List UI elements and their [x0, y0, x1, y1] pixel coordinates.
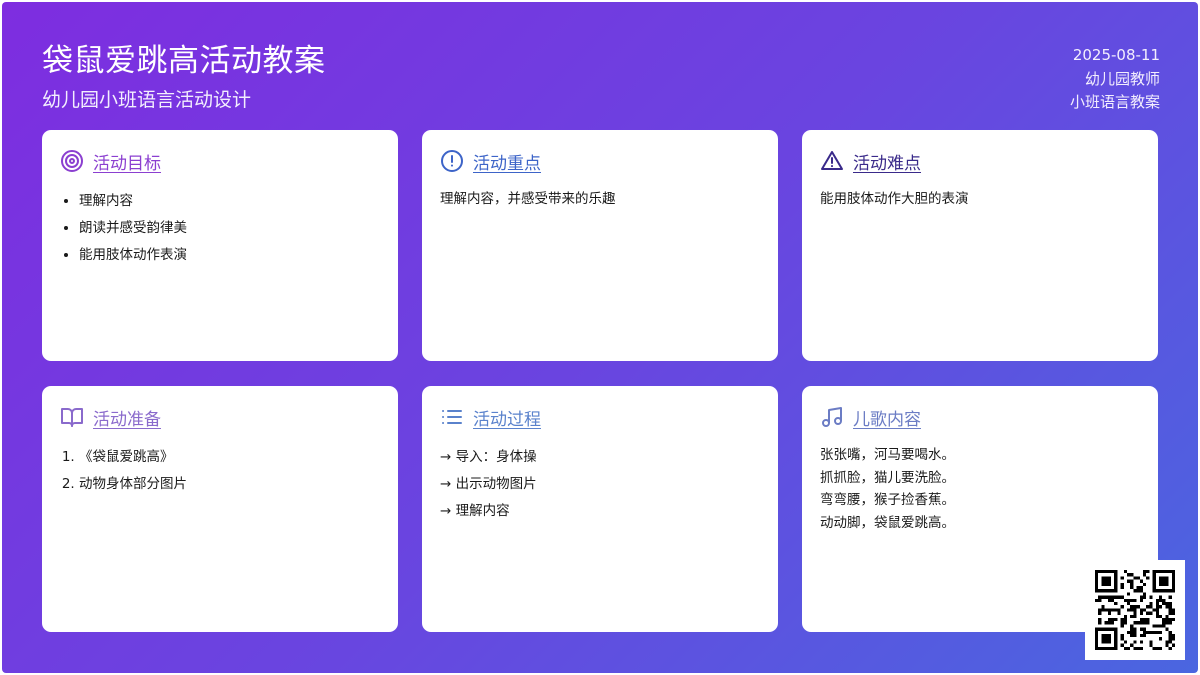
card-goals: 活动目标 理解内容 朗读并感受韵律美 能用肢体动作表演	[42, 130, 398, 361]
alert-circle-icon	[440, 149, 464, 173]
process-step: → 出示动物图片	[440, 476, 537, 492]
card-title-difficulty[interactable]: 活动难点	[853, 149, 921, 174]
page-title: 袋鼠爱跳高活动教案	[42, 43, 326, 79]
process-steps: → 导入：身体操 → 出示动物图片 → 理解内容	[440, 444, 760, 525]
warning-triangle-icon	[820, 149, 844, 173]
card-title-song[interactable]: 儿歌内容	[853, 405, 921, 430]
card-title-goals[interactable]: 活动目标	[93, 149, 161, 174]
card-process: 活动过程 → 导入：身体操 → 出示动物图片 → 理解内容	[422, 386, 778, 632]
card-title-focus[interactable]: 活动重点	[473, 149, 541, 174]
date-label: 2025-08-11	[1072, 46, 1160, 64]
card-title-process[interactable]: 活动过程	[473, 405, 541, 430]
process-step: → 导入：身体操	[440, 449, 537, 465]
card-title-preparation[interactable]: 活动准备	[93, 405, 161, 430]
difficulty-text: 能用肢体动作大胆的表演	[820, 191, 969, 207]
list-item: 朗读并感受韵律美	[79, 215, 380, 242]
author-label: 幼儿园教师	[1084, 69, 1160, 88]
music-note-icon	[820, 405, 844, 429]
lyric-line: 抓抓脸，猫儿要洗脸。	[820, 469, 955, 486]
page-subtitle: 幼儿园小班语言活动设计	[42, 89, 252, 111]
lyric-line: 弯弯腰，猴子捡香蕉。	[820, 492, 955, 508]
list-item: 动物身体部分图片	[79, 471, 380, 498]
card-preparation: 活动准备 《袋鼠爱跳高》 动物身体部分图片	[42, 386, 398, 632]
preparation-list: 《袋鼠爱跳高》 动物身体部分图片	[60, 444, 380, 498]
qr-code-icon[interactable]	[1085, 560, 1185, 660]
header: 袋鼠爱跳高活动教案 幼儿园小班语言活动设计	[42, 40, 326, 113]
book-open-icon	[60, 405, 84, 429]
target-icon	[60, 149, 84, 173]
list-item: 能用肢体动作表演	[79, 242, 380, 269]
header-meta: 2025-08-11 幼儿园教师 小班语言教案	[1070, 44, 1160, 115]
category-label: 小班语言教案	[1069, 93, 1160, 111]
list-item: 《袋鼠爱跳高》	[79, 444, 380, 471]
goals-list: 理解内容 朗读并感受韵律美 能用肢体动作表演	[60, 188, 380, 269]
song-lyrics: 张张嘴，河马要喝水。 抓抓脸，猫儿要洗脸。 弯弯腰，猴子捡香蕉。 动动脚，袋鼠爱…	[820, 444, 1140, 534]
focus-text: 理解内容，并感受带来的乐趣	[440, 191, 616, 207]
list-icon	[440, 405, 464, 429]
card-focus: 活动重点 理解内容，并感受带来的乐趣	[422, 130, 778, 361]
slide-background: 袋鼠爱跳高活动教案 幼儿园小班语言活动设计 2025-08-11 幼儿园教师 小…	[2, 2, 1198, 673]
list-item: 理解内容	[79, 188, 380, 215]
lyric-line: 张张嘴，河马要喝水。	[820, 447, 955, 463]
process-step: → 理解内容	[440, 503, 510, 519]
lyric-line: 动动脚，袋鼠爱跳高。	[820, 514, 955, 531]
card-difficulty: 活动难点 能用肢体动作大胆的表演	[802, 130, 1158, 361]
